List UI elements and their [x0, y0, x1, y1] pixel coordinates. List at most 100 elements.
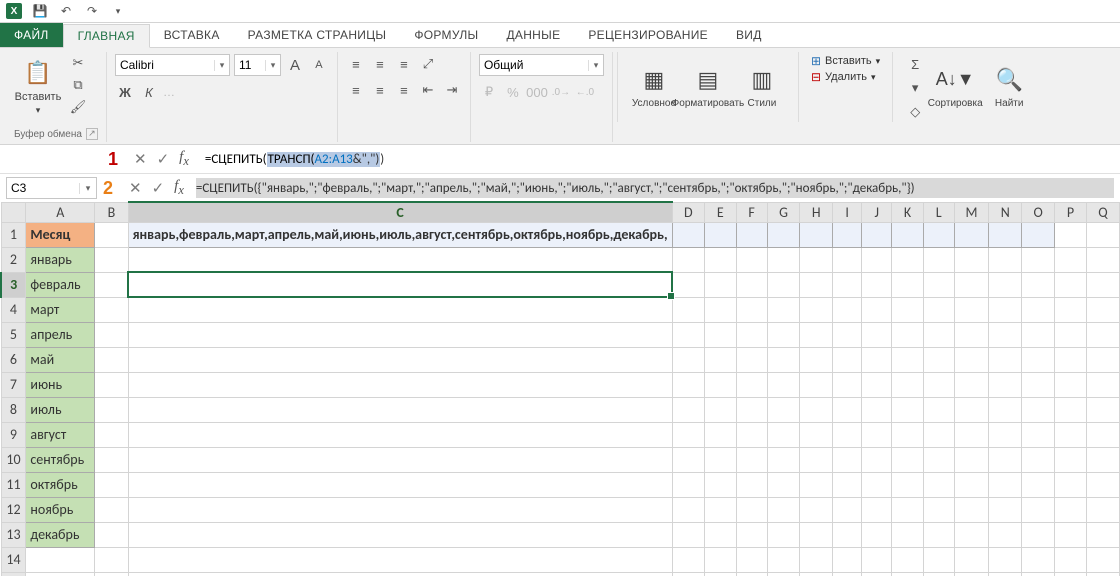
cell[interactable] — [1022, 272, 1055, 297]
cell[interactable] — [672, 397, 705, 422]
cell[interactable] — [862, 297, 892, 322]
cell[interactable] — [95, 322, 128, 347]
cell[interactable]: май — [26, 347, 95, 372]
cell[interactable] — [989, 397, 1022, 422]
cell[interactable] — [923, 572, 954, 576]
cell[interactable] — [800, 422, 833, 447]
cell[interactable] — [923, 547, 954, 572]
cell[interactable] — [672, 222, 705, 247]
cell[interactable] — [95, 522, 128, 547]
cell[interactable] — [767, 522, 800, 547]
cell[interactable] — [892, 372, 924, 397]
cell[interactable] — [800, 297, 833, 322]
column-header[interactable]: J — [862, 202, 892, 222]
cell[interactable] — [989, 372, 1022, 397]
cell[interactable] — [862, 447, 892, 472]
cell[interactable] — [736, 247, 767, 272]
cell[interactable] — [95, 272, 128, 297]
cell[interactable] — [95, 447, 128, 472]
cell[interactable] — [26, 572, 95, 576]
cell[interactable] — [128, 572, 672, 576]
cell[interactable] — [892, 247, 924, 272]
cell[interactable] — [95, 422, 128, 447]
font-size-input[interactable] — [235, 58, 265, 72]
cell[interactable] — [1022, 422, 1055, 447]
cell[interactable] — [800, 247, 833, 272]
cell[interactable] — [1022, 297, 1055, 322]
cell[interactable] — [95, 222, 128, 247]
row-header[interactable]: 7 — [1, 372, 26, 397]
cell[interactable] — [1086, 472, 1119, 497]
cell[interactable] — [705, 397, 736, 422]
row-header[interactable]: 4 — [1, 297, 26, 322]
cell[interactable] — [989, 347, 1022, 372]
column-header[interactable]: L — [923, 202, 954, 222]
cell[interactable] — [800, 522, 833, 547]
cell[interactable] — [705, 297, 736, 322]
tab-home[interactable]: ГЛАВНАЯ — [63, 24, 150, 48]
cell[interactable] — [800, 572, 833, 576]
cell[interactable] — [800, 372, 833, 397]
cell[interactable] — [989, 447, 1022, 472]
cell[interactable] — [736, 322, 767, 347]
cell[interactable] — [989, 522, 1022, 547]
cell[interactable] — [862, 347, 892, 372]
cell[interactable] — [989, 247, 1022, 272]
cell[interactable] — [1022, 397, 1055, 422]
column-header[interactable]: C — [128, 202, 672, 222]
cell[interactable] — [954, 297, 989, 322]
cell[interactable] — [954, 522, 989, 547]
clipboard-launcher-icon[interactable]: ↗ — [86, 128, 98, 140]
cell[interactable] — [672, 472, 705, 497]
cell[interactable] — [705, 247, 736, 272]
cell[interactable] — [989, 322, 1022, 347]
align-right-icon[interactable]: ≡ — [394, 80, 414, 100]
cell[interactable] — [128, 472, 672, 497]
cell[interactable] — [989, 297, 1022, 322]
row-header[interactable]: 5 — [1, 322, 26, 347]
chevron-down-icon[interactable]: ▾ — [79, 183, 96, 194]
fx-icon[interactable]: fx — [174, 178, 184, 198]
cell[interactable] — [800, 322, 833, 347]
cell[interactable] — [128, 297, 672, 322]
decrease-decimal-icon[interactable]: ←.0 — [575, 82, 595, 102]
cell[interactable] — [954, 447, 989, 472]
column-header[interactable]: A — [26, 202, 95, 222]
tab-formulas[interactable]: ФОРМУЛЫ — [400, 23, 492, 47]
cell[interactable] — [672, 297, 705, 322]
chevron-down-icon[interactable]: ▾ — [588, 60, 603, 71]
row-header[interactable]: 14 — [1, 547, 26, 572]
bold-button[interactable]: Ж — [115, 82, 135, 102]
cell[interactable] — [862, 397, 892, 422]
cell[interactable]: октябрь — [26, 472, 95, 497]
cell[interactable] — [954, 472, 989, 497]
cell[interactable] — [1055, 497, 1087, 522]
cell[interactable] — [95, 472, 128, 497]
row-header[interactable]: 12 — [1, 497, 26, 522]
cell[interactable] — [954, 322, 989, 347]
cell[interactable] — [833, 372, 862, 397]
cell[interactable] — [736, 372, 767, 397]
cell[interactable] — [736, 422, 767, 447]
cell[interactable] — [1055, 422, 1087, 447]
cell[interactable] — [800, 397, 833, 422]
cell[interactable] — [705, 422, 736, 447]
cell[interactable] — [954, 222, 989, 247]
cell[interactable] — [95, 347, 128, 372]
cell[interactable] — [767, 372, 800, 397]
cell[interactable] — [736, 472, 767, 497]
cell[interactable] — [892, 447, 924, 472]
cell[interactable] — [1022, 472, 1055, 497]
cell[interactable] — [672, 347, 705, 372]
align-middle-icon[interactable]: ≡ — [370, 54, 390, 74]
cell[interactable] — [705, 497, 736, 522]
cell[interactable] — [95, 247, 128, 272]
cell[interactable] — [862, 222, 892, 247]
cell[interactable]: апрель — [26, 322, 95, 347]
cell[interactable] — [736, 272, 767, 297]
cell[interactable] — [923, 422, 954, 447]
cell[interactable]: декабрь — [26, 522, 95, 547]
cell[interactable] — [892, 222, 924, 247]
cell[interactable] — [736, 497, 767, 522]
cell[interactable] — [954, 547, 989, 572]
